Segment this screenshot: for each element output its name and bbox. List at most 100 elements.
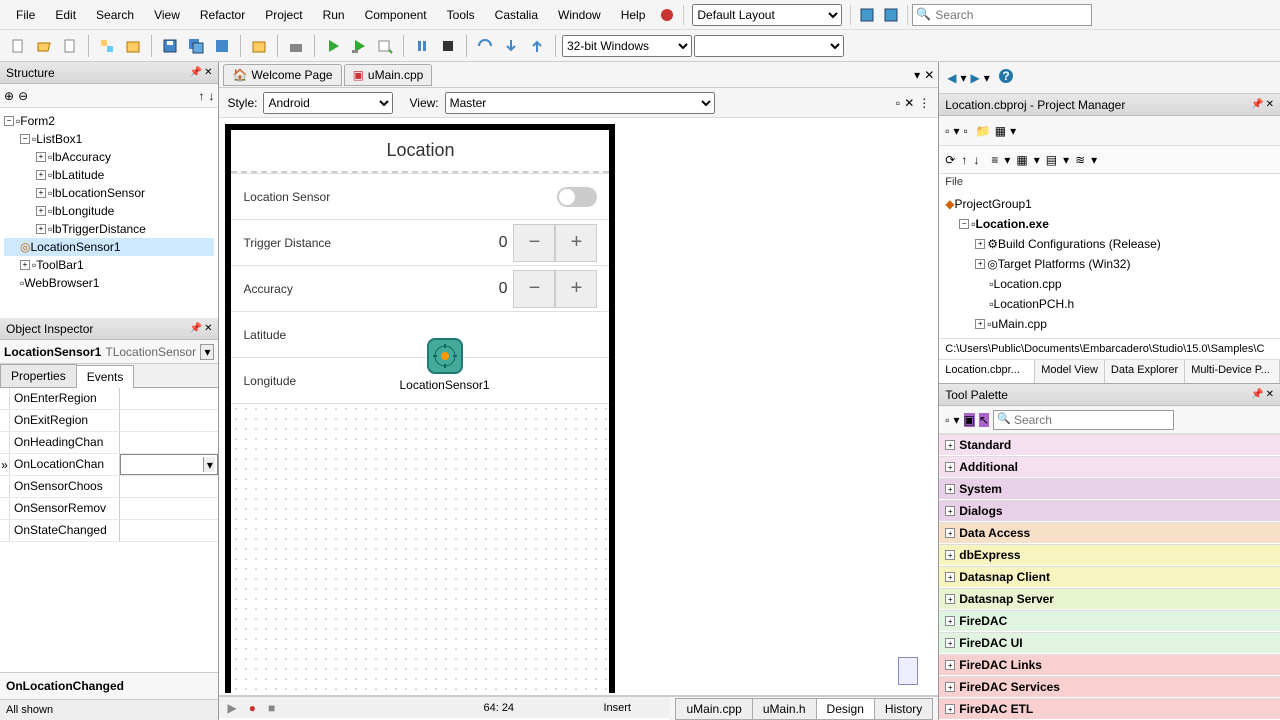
- save-project-icon[interactable]: [210, 34, 234, 58]
- event-name[interactable]: OnSensorChoos: [10, 476, 120, 497]
- collapse-icon[interactable]: ⊖: [18, 89, 28, 103]
- tab-dropdown-icon[interactable]: ▾: [914, 68, 920, 82]
- pm-tab-data-explorer[interactable]: Data Explorer: [1105, 360, 1185, 383]
- chevron-down-icon[interactable]: ▾: [203, 457, 215, 472]
- expand-icon[interactable]: ⊕: [4, 89, 14, 103]
- close-icon[interactable]: ✕: [204, 67, 212, 78]
- playback-play-icon[interactable]: ▶: [227, 701, 236, 715]
- palette-category[interactable]: +FireDAC: [939, 610, 1280, 632]
- palette-category[interactable]: +Standard: [939, 434, 1280, 456]
- tree-node[interactable]: lbLocationSensor: [52, 186, 145, 200]
- step-over-icon[interactable]: [473, 34, 497, 58]
- palette-category[interactable]: +Datasnap Server: [939, 588, 1280, 610]
- tab-properties[interactable]: Properties: [0, 364, 77, 387]
- delete-layout-icon[interactable]: [881, 5, 901, 25]
- menu-window[interactable]: Window: [548, 3, 611, 27]
- palette-category[interactable]: +Additional: [939, 456, 1280, 478]
- menu-file[interactable]: File: [6, 3, 45, 27]
- new-file-icon[interactable]: [6, 34, 30, 58]
- tree-node[interactable]: Location.cpp: [994, 277, 1062, 291]
- tab-events[interactable]: Events: [76, 365, 135, 388]
- palette-category[interactable]: +FireDAC UI: [939, 632, 1280, 654]
- menu-view[interactable]: View: [144, 3, 190, 27]
- event-name[interactable]: OnExitRegion: [10, 410, 120, 431]
- webbrowser-placeholder[interactable]: [898, 657, 918, 685]
- pause-icon[interactable]: [410, 34, 434, 58]
- settings-icon[interactable]: ⋮: [918, 96, 930, 110]
- stepper-minus[interactable]: −: [513, 224, 555, 262]
- run-menu-icon[interactable]: [373, 34, 397, 58]
- chevron-down-icon[interactable]: ▾: [200, 344, 214, 360]
- expander-icon[interactable]: +: [945, 638, 955, 648]
- form-designer[interactable]: Location Location Sensor Trigger Distanc…: [219, 118, 938, 695]
- menu-edit[interactable]: Edit: [45, 3, 86, 27]
- expander-icon[interactable]: +: [945, 616, 955, 626]
- tab-welcome[interactable]: 🏠 Welcome Page: [223, 64, 341, 86]
- expander-icon[interactable]: +: [945, 682, 955, 692]
- remove-project-icon[interactable]: ▫: [964, 124, 968, 138]
- list-view-icon[interactable]: ≡: [991, 153, 998, 167]
- global-search-input[interactable]: [912, 4, 1092, 26]
- save-icon[interactable]: [158, 34, 182, 58]
- expander-icon[interactable]: +: [36, 170, 46, 180]
- menu-search[interactable]: Search: [86, 3, 144, 27]
- open-icon[interactable]: [32, 34, 56, 58]
- menu-refactor[interactable]: Refactor: [190, 3, 255, 27]
- filter-icon[interactable]: ▤: [1046, 153, 1057, 167]
- style-select[interactable]: Android: [263, 92, 393, 114]
- tree-node-listbox[interactable]: ListBox1: [36, 132, 82, 146]
- tree-node[interactable]: lbLatitude: [52, 168, 104, 182]
- tree-node[interactable]: Location.exe: [976, 217, 1049, 231]
- add-to-project-icon[interactable]: [247, 34, 271, 58]
- palette-categories-icon[interactable]: ▣: [964, 413, 975, 427]
- tree-node[interactable]: Build Configurations (Release): [998, 237, 1161, 251]
- tree-node[interactable]: lbLongitude: [52, 204, 114, 218]
- pm-tab-project[interactable]: Location.cbpr...: [939, 360, 1035, 383]
- palette-list[interactable]: +Standard+Additional+System+Dialogs+Data…: [939, 434, 1280, 720]
- expander-icon[interactable]: +: [36, 206, 46, 216]
- palette-category[interactable]: +Data Access: [939, 522, 1280, 544]
- expander-icon[interactable]: +: [945, 528, 955, 538]
- pin-icon[interactable]: 📌: [1251, 99, 1263, 110]
- expander-icon[interactable]: +: [945, 704, 955, 714]
- tree-node[interactable]: ToolBar1: [36, 258, 83, 272]
- expander-icon[interactable]: +: [20, 260, 30, 270]
- new-project-icon[interactable]: [95, 34, 119, 58]
- tree-node[interactable]: lbAccuracy: [52, 150, 111, 164]
- project-tree[interactable]: ◆ ProjectGroup1 −▫ Location.exe +⚙ Build…: [939, 190, 1280, 338]
- event-name[interactable]: OnStateChanged: [10, 520, 120, 541]
- event-name[interactable]: OnSensorRemov: [10, 498, 120, 519]
- expander-icon[interactable]: +: [36, 152, 46, 162]
- pm-tab-model[interactable]: Model View: [1035, 360, 1105, 383]
- run-without-debug-icon[interactable]: [347, 34, 371, 58]
- expander-icon[interactable]: +: [975, 319, 985, 329]
- stop-icon[interactable]: [436, 34, 460, 58]
- tab-umain[interactable]: ▣ uMain.cpp: [344, 64, 433, 86]
- expander-icon[interactable]: +: [945, 572, 955, 582]
- palette-category[interactable]: +System: [939, 478, 1280, 500]
- folder-icon[interactable]: 📁: [976, 124, 991, 138]
- close-icon[interactable]: ✕: [1266, 99, 1274, 110]
- layout-select[interactable]: Default Layout: [692, 4, 842, 26]
- expander-icon[interactable]: +: [36, 188, 46, 198]
- accuracy-row[interactable]: Accuracy 0 −+: [231, 265, 609, 311]
- tree-node[interactable]: Target Platforms (Win32): [998, 257, 1131, 271]
- expander-icon[interactable]: +: [945, 594, 955, 604]
- back-icon[interactable]: ◀: [947, 71, 956, 85]
- expander-icon[interactable]: −: [959, 219, 969, 229]
- pm-tab-multidevice[interactable]: Multi-Device P...: [1185, 360, 1280, 383]
- menu-component[interactable]: Component: [355, 3, 437, 27]
- sort-asc-icon[interactable]: ↑: [961, 153, 967, 167]
- stepper-plus[interactable]: +: [555, 224, 597, 262]
- forward-icon[interactable]: ▶: [971, 71, 980, 85]
- stepper-plus[interactable]: +: [555, 270, 597, 308]
- tab-design[interactable]: Design: [816, 698, 875, 720]
- pin-icon[interactable]: 📌: [1251, 389, 1263, 400]
- stop-icon[interactable]: [657, 5, 677, 25]
- trigger-distance-row[interactable]: Trigger Distance 0 −+: [231, 219, 609, 265]
- build-icon[interactable]: [284, 34, 308, 58]
- step-out-icon[interactable]: [525, 34, 549, 58]
- new-project-icon[interactable]: ▫: [945, 124, 949, 138]
- pin-icon[interactable]: 📌: [190, 67, 202, 78]
- tab-source-h[interactable]: uMain.h: [752, 698, 817, 720]
